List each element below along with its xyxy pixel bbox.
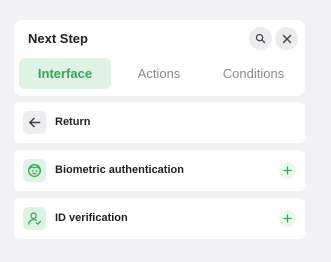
arrow-left-icon xyxy=(29,117,41,128)
face-icon xyxy=(28,164,41,177)
tab-actions[interactable]: Actions xyxy=(111,58,207,89)
search-icon xyxy=(255,33,266,44)
list-item-label: Biometric authentication xyxy=(55,164,184,176)
plus-icon xyxy=(283,166,292,175)
back-icon-box xyxy=(23,111,46,134)
list-item-id-verification[interactable]: ID verification xyxy=(14,198,305,239)
close-icon xyxy=(282,34,291,43)
next-step-panel: Next Step Interface Actions Conditions xyxy=(14,20,305,96)
biometric-icon-box xyxy=(23,159,46,182)
plus-icon xyxy=(283,214,292,223)
id-verification-icon-box xyxy=(23,207,46,230)
add-biometric-button[interactable] xyxy=(279,162,296,179)
panel-title: Next Step xyxy=(28,31,88,46)
list-item-return[interactable]: Return xyxy=(14,102,305,143)
tab-bar: Interface Actions Conditions xyxy=(19,58,300,89)
list-item-label: ID verification xyxy=(55,212,128,224)
tab-conditions[interactable]: Conditions xyxy=(207,58,300,89)
tab-interface[interactable]: Interface xyxy=(19,58,111,89)
add-id-verification-button[interactable] xyxy=(279,210,296,227)
list-item-biometric-authentication[interactable]: Biometric authentication xyxy=(14,150,305,191)
close-button[interactable] xyxy=(275,27,298,50)
user-check-icon xyxy=(28,212,42,225)
list-item-label: Return xyxy=(55,116,91,128)
search-button[interactable] xyxy=(249,27,272,50)
